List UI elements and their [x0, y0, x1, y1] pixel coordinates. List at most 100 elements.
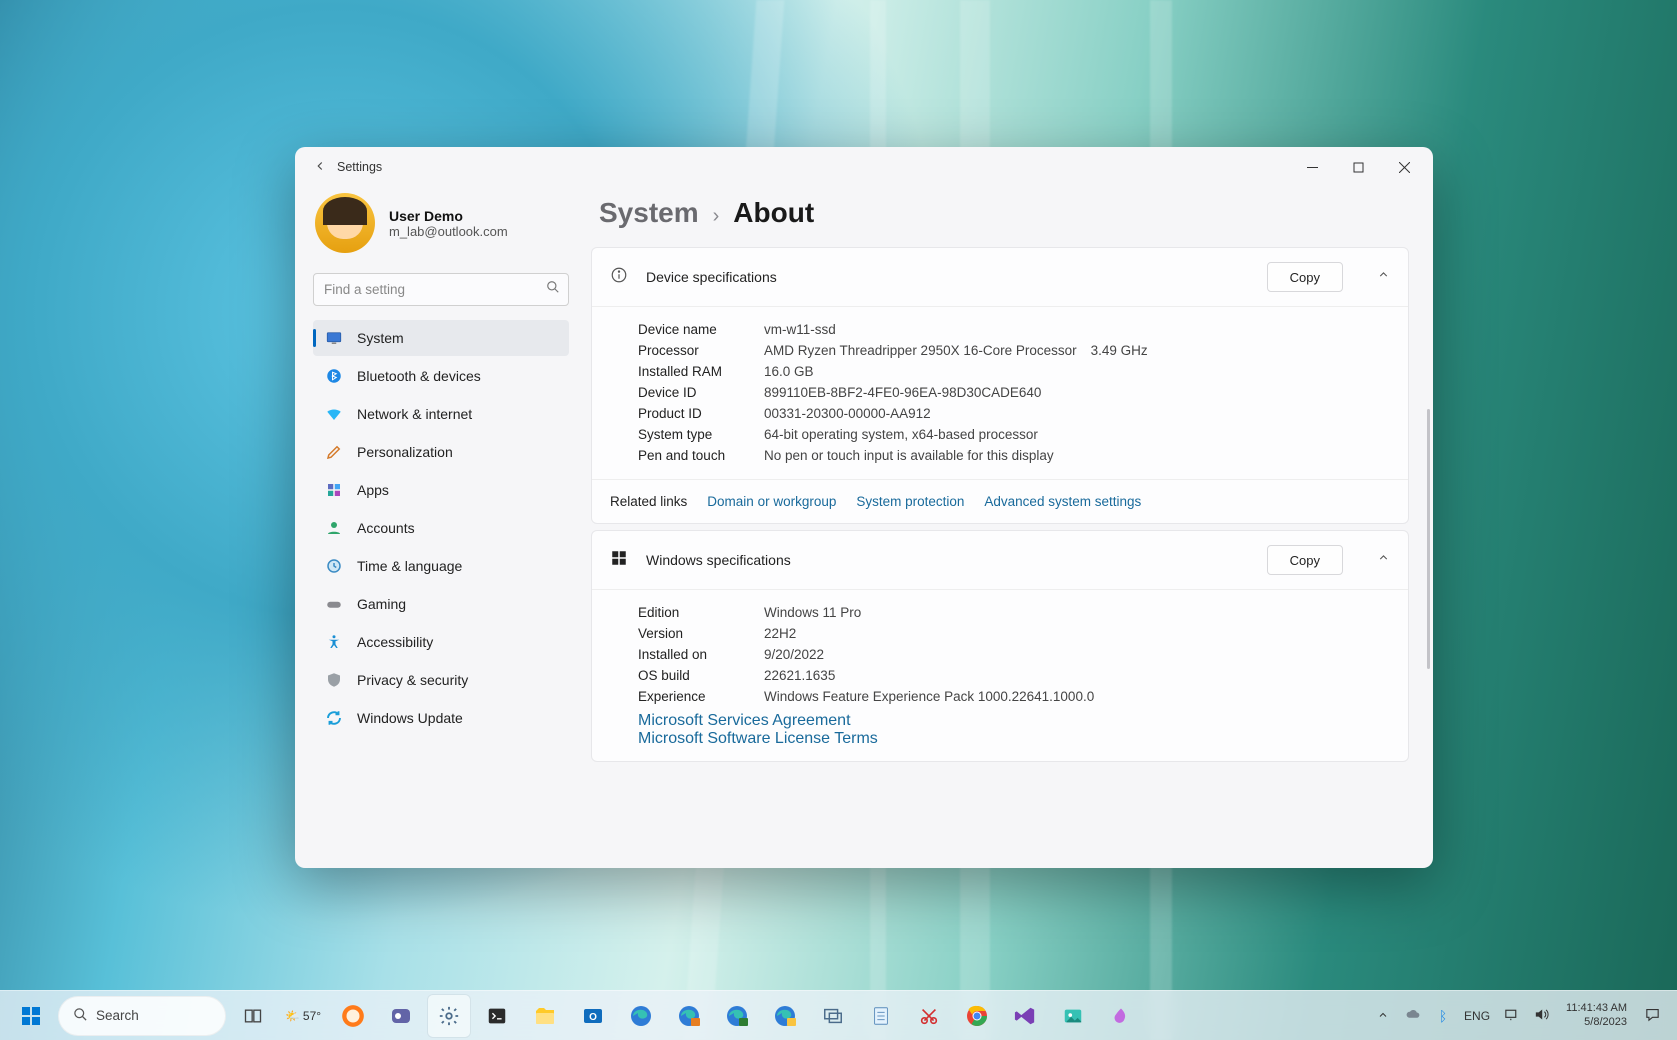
task-view-button[interactable] [232, 995, 274, 1037]
user-email: m_lab@outlook.com [389, 224, 508, 239]
page-title: About [733, 197, 814, 229]
start-button[interactable] [10, 995, 52, 1037]
pinned-app-edge-canary[interactable] [764, 995, 806, 1037]
sidebar-item-accessibility[interactable]: Accessibility [313, 624, 569, 660]
device-spec-title: Device specifications [646, 269, 777, 285]
pinned-app-terminal[interactable] [476, 995, 518, 1037]
sidebar-item-update[interactable]: Windows Update [313, 700, 569, 736]
weather-icon: 🌤️ [285, 1009, 300, 1023]
tray-chevron-up-icon[interactable] [1372, 1008, 1394, 1024]
link-domain-workgroup[interactable]: Domain or workgroup [707, 494, 836, 509]
search-icon [546, 280, 560, 299]
device-spec-copy-button[interactable]: Copy [1267, 262, 1343, 292]
minimize-button[interactable] [1289, 147, 1335, 187]
taskbar: Search 🌤️ 57° O ᛒ ENG 11:41:43 AM 5/8/20… [0, 990, 1677, 1040]
sidebar-item-label: Network & internet [357, 406, 472, 422]
spec-row: ExperienceWindows Feature Experience Pac… [638, 687, 1390, 708]
back-button[interactable] [303, 159, 337, 176]
info-icon [610, 266, 628, 289]
user-name: User Demo [389, 208, 508, 224]
chevron-right-icon: › [713, 205, 720, 228]
link-system-protection[interactable]: System protection [856, 494, 964, 509]
pinned-app-snip[interactable] [908, 995, 950, 1037]
tray-network-icon[interactable] [1500, 1006, 1522, 1026]
pinned-app-photos[interactable] [1052, 995, 1094, 1037]
sidebar-item-time[interactable]: Time & language [313, 548, 569, 584]
tray-bluetooth-icon[interactable]: ᛒ [1432, 1008, 1454, 1024]
sidebar-item-network[interactable]: Network & internet [313, 396, 569, 432]
sidebar-item-privacy[interactable]: Privacy & security [313, 662, 569, 698]
sidebar-item-bluetooth[interactable]: Bluetooth & devices [313, 358, 569, 394]
sidebar-item-label: Apps [357, 482, 389, 498]
sidebar: User Demo m_lab@outlook.com System Bluet… [295, 187, 587, 868]
weather-widget[interactable]: 🌤️ 57° [280, 996, 326, 1036]
related-links-row: Related links Domain or workgroup System… [592, 479, 1408, 523]
taskbar-search[interactable]: Search [58, 996, 226, 1036]
maximize-button[interactable] [1335, 147, 1381, 187]
shield-icon [325, 671, 343, 689]
chevron-up-icon[interactable] [1377, 551, 1390, 569]
breadcrumb-parent[interactable]: System [599, 197, 699, 229]
scrollbar[interactable] [1427, 409, 1430, 669]
pinned-app-edge-beta[interactable] [668, 995, 710, 1037]
sidebar-item-system[interactable]: System [313, 320, 569, 356]
windows-spec-header[interactable]: Windows specifications Copy [592, 531, 1408, 589]
windows-spec-body: EditionWindows 11 Pro Version22H2 Instal… [592, 589, 1408, 761]
sidebar-item-label: Accessibility [357, 634, 433, 650]
pinned-app-outlook[interactable]: O [572, 995, 614, 1037]
sidebar-item-label: Bluetooth & devices [357, 368, 481, 384]
close-button[interactable] [1381, 147, 1427, 187]
app-title: Settings [337, 160, 382, 174]
pinned-app-edge[interactable] [620, 995, 662, 1037]
link-license-terms[interactable]: Microsoft Software License Terms [638, 730, 878, 747]
sidebar-item-apps[interactable]: Apps [313, 472, 569, 508]
bluetooth-icon [325, 367, 343, 385]
tray-notifications-icon[interactable] [1641, 1006, 1663, 1026]
update-icon [325, 709, 343, 727]
related-links-label: Related links [610, 494, 687, 509]
pinned-app-settings[interactable] [428, 995, 470, 1037]
windows-specifications-panel: Windows specifications Copy EditionWindo… [591, 530, 1409, 762]
titlebar: Settings [295, 147, 1433, 187]
tray-volume-icon[interactable] [1530, 1006, 1552, 1026]
svg-text:O: O [589, 1012, 597, 1023]
content: System › About Device specifications Cop… [587, 187, 1433, 868]
pinned-app-notepad[interactable] [860, 995, 902, 1037]
spec-row: Device ID899110EB-8BF2-4FE0-96EA-98D30CA… [638, 383, 1390, 404]
spec-row: Installed RAM16.0 GB [638, 362, 1390, 383]
device-specifications-panel: Device specifications Copy Device namevm… [591, 247, 1409, 524]
search-input[interactable] [313, 273, 569, 306]
search-icon [73, 1007, 88, 1025]
spec-row: Pen and touchNo pen or touch input is av… [638, 446, 1390, 467]
pinned-app-paint[interactable] [1100, 995, 1142, 1037]
link-advanced-system-settings[interactable]: Advanced system settings [984, 494, 1141, 509]
device-spec-header[interactable]: Device specifications Copy [592, 248, 1408, 306]
search-field[interactable] [324, 282, 546, 297]
person-icon [325, 519, 343, 537]
pinned-app-vs[interactable] [1004, 995, 1046, 1037]
spec-row: Version22H2 [638, 624, 1390, 645]
pinned-app-explorer[interactable] [524, 995, 566, 1037]
tray-clock[interactable]: 11:41:43 AM 5/8/2023 [1560, 1002, 1633, 1030]
tray-time: 11:41:43 AM [1566, 1002, 1627, 1016]
pinned-app-rdp[interactable] [812, 995, 854, 1037]
breadcrumb: System › About [591, 191, 1409, 247]
tray-onedrive-icon[interactable] [1402, 1005, 1424, 1026]
pinned-app-teams[interactable] [380, 995, 422, 1037]
spec-row: ProcessorAMD Ryzen Threadripper 2950X 16… [638, 341, 1390, 362]
tray-date: 5/8/2023 [1566, 1016, 1627, 1030]
sidebar-item-gaming[interactable]: Gaming [313, 586, 569, 622]
weather-temp: 57° [303, 1009, 321, 1023]
windows-spec-copy-button[interactable]: Copy [1267, 545, 1343, 575]
pinned-app-chrome[interactable] [956, 995, 998, 1037]
chevron-up-icon[interactable] [1377, 268, 1390, 286]
accessibility-icon [325, 633, 343, 651]
tray-language[interactable]: ENG [1462, 1009, 1492, 1023]
sidebar-item-personalization[interactable]: Personalization [313, 434, 569, 470]
pinned-app-edge-dev[interactable] [716, 995, 758, 1037]
spec-row: EditionWindows 11 Pro [638, 603, 1390, 624]
pinned-app-firefox[interactable] [332, 995, 374, 1037]
user-tile[interactable]: User Demo m_lab@outlook.com [313, 189, 569, 271]
link-services-agreement[interactable]: Microsoft Services Agreement [638, 712, 851, 729]
sidebar-item-accounts[interactable]: Accounts [313, 510, 569, 546]
